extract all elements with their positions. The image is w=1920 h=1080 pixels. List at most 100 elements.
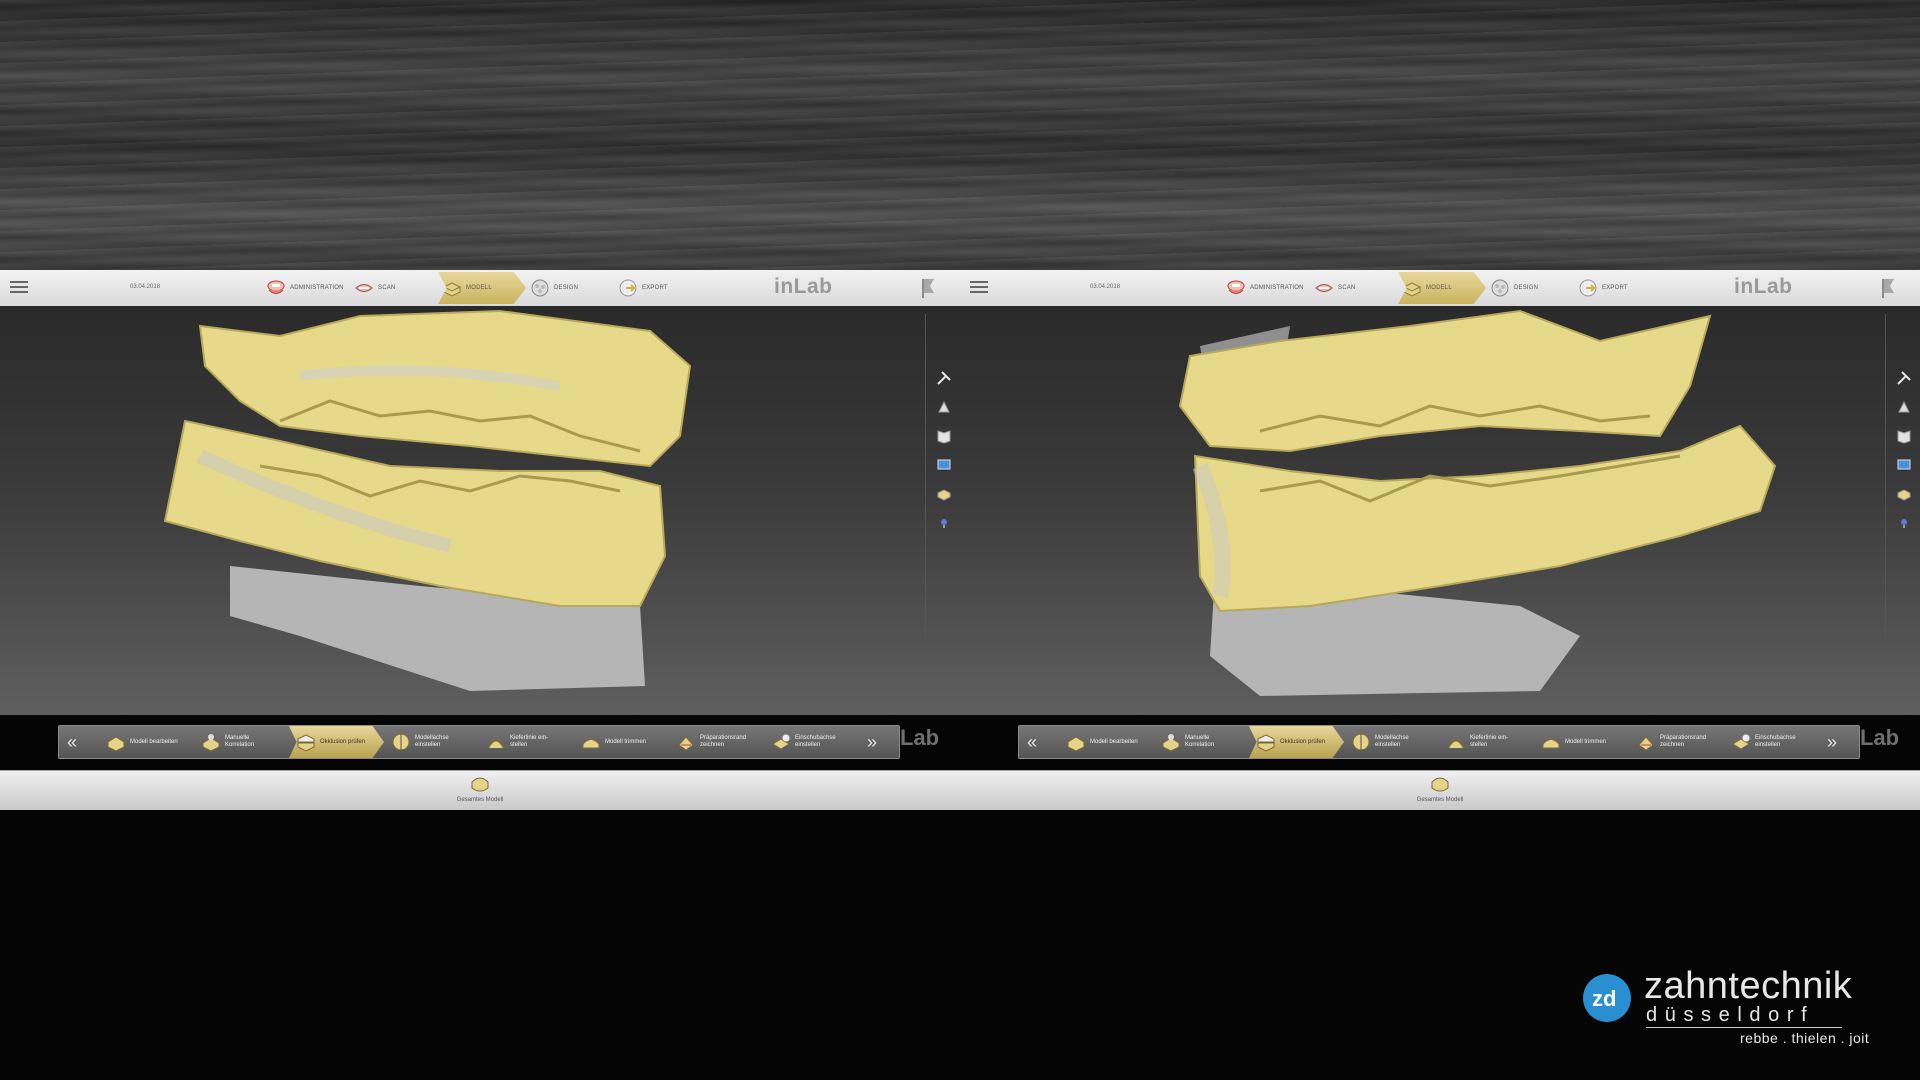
trim-icon [582,739,600,749]
model-edit-icon [1067,736,1085,752]
menu-icon[interactable] [10,280,28,294]
gesamtes-modell-label: Gesamtes Modell [456,797,504,803]
tool-einschubachse-einstellen[interactable]: Einschubachse einstellen [764,726,859,758]
date-label: 03.04.2018 [1090,284,1121,290]
lab-watermark: Lab [1860,725,1900,750]
tool-manuelle-korrelation[interactable]: Manuelle Korrelation [1154,726,1249,758]
toolbar-items: Modell bearbeiten Manuelle Korrelation O… [99,726,859,758]
help-flag-icon[interactable] [920,277,936,299]
3d-viewport[interactable] [0,306,960,715]
scan-icon [1315,284,1333,292]
logo-tagline: rebbe . thielen . joit [1740,1030,1870,1046]
tool-manuelle-korrelation[interactable]: Manuelle Korrelation [194,726,289,758]
step-scan[interactable]: SCAN [1310,272,1398,304]
prev-arrow-icon[interactable]: « [1027,733,1037,751]
workflow-steps: ADMINISTRATION SCAN MODELL DESIGN EXPORT [262,272,702,304]
help-flag-icon[interactable] [1880,277,1896,299]
menu-icon[interactable] [970,280,988,294]
dental-model-render[interactable] [960,306,1920,715]
administration-icon [1227,280,1245,294]
tool-okklusion-pruefen[interactable]: Okklusion prüfen [289,726,384,758]
tool-praeparationsrand-zeichnen[interactable]: Präparationsrand zeichnen [669,726,764,758]
tool-modell-bearbeiten[interactable]: Modell bearbeiten [1059,726,1154,758]
step-design[interactable]: DESIGN [1486,272,1574,304]
tool-modellachse-einstellen[interactable]: Modellachse einstellen [384,726,479,758]
background-texture [0,0,1920,270]
full-model-icon [1431,777,1449,792]
svg-text:zd: zd [1592,986,1616,1011]
step-design[interactable]: DESIGN [526,272,614,304]
tool-einschubachse-einstellen[interactable]: Einschubachse einstellen [1724,726,1819,758]
margin-icon [678,736,694,751]
tool-modell-bearbeiten[interactable]: Modell bearbeiten [99,726,194,758]
lower-jaw [1192,424,1777,613]
step-scan[interactable]: SCAN [350,272,438,304]
logo-city: düsseldorf [1646,1004,1815,1026]
side-toolbar [936,370,952,531]
brand-logo: inLab [774,275,833,298]
modell-icon [443,282,461,297]
anatomy-tool-icon[interactable] [936,399,952,415]
prev-arrow-icon[interactable]: « [67,733,77,751]
tool-modell-trimmen[interactable]: Modell trimmen [574,726,669,758]
design-icon [1491,279,1509,297]
bulb-icon[interactable] [936,515,952,531]
inlab-window-right: 03.04.2018 ADMINISTRATION SCAN MODELL DE… [960,270,1920,810]
monitor-icon[interactable] [1896,457,1912,473]
occlusion-icon [297,734,315,752]
tool-kieferlinie-einstellen[interactable]: Kieferlinie ein-stellen [1439,726,1534,758]
next-arrow-icon[interactable]: » [1827,733,1837,751]
book-icon[interactable] [936,428,952,444]
gesamtes-modell-label: Gesamtes Modell [1416,797,1464,803]
correlation-icon [202,734,220,752]
next-arrow-icon[interactable]: » [867,733,877,751]
logo-name: zahntechnik [1644,965,1853,1007]
trim-icon [1542,739,1560,749]
model-toggle-icon[interactable] [936,486,952,502]
tool-praeparationsrand-zeichnen[interactable]: Präparationsrand zeichnen [1629,726,1724,758]
tool-okklusion-pruefen[interactable]: Okklusion prüfen [1249,726,1344,758]
design-icon [531,279,549,297]
modell-icon [1403,282,1421,297]
gesamtes-modell-button[interactable]: Gesamtes Modell [1405,773,1475,803]
step-modell[interactable]: MODELL [1398,272,1486,304]
book-icon[interactable] [1896,428,1912,444]
jaw-line-icon [1447,739,1465,749]
step-export[interactable]: EXPORT [1574,272,1662,304]
tools-icon[interactable] [1896,370,1912,386]
administration-icon [267,280,285,294]
monitor-icon[interactable] [936,457,952,473]
insertion-axis-icon [1732,733,1751,750]
bottom-bar: Gesamtes Modell [960,770,1920,810]
anatomy-tool-icon[interactable] [1896,399,1912,415]
model-toolbar: « Modell bearbeiten Manuelle Korrelation… [1018,725,1860,759]
tools-icon[interactable] [936,370,952,386]
tool-modellachse-einstellen[interactable]: Modellachse einstellen [1344,726,1439,758]
step-export[interactable]: EXPORT [614,272,702,304]
date-label: 03.04.2018 [130,284,161,290]
side-toolbar [1896,370,1912,531]
tool-modell-trimmen[interactable]: Modell trimmen [1534,726,1629,758]
toolbar-items: Modell bearbeiten Manuelle Korrelation O… [1059,726,1819,758]
zd-logo-icon: zd [1583,974,1631,1022]
bulb-icon[interactable] [1896,515,1912,531]
side-divider [1885,314,1886,644]
inlab-window-left: 03.04.2018 ADMINISTRATION SCAN MODELL DE… [0,270,960,810]
occlusion-icon [1257,734,1275,752]
model-toggle-icon[interactable] [1896,486,1912,502]
step-modell[interactable]: MODELL [438,272,526,304]
insertion-axis-icon [772,733,791,750]
upper-jaw [1178,309,1712,453]
logo-divider [1646,1027,1842,1028]
3d-viewport[interactable] [960,306,1920,715]
export-icon [1579,279,1597,297]
export-icon [619,279,637,297]
top-bar: 03.04.2018 ADMINISTRATION SCAN MODELL DE… [0,270,960,307]
step-administration[interactable]: ADMINISTRATION [1222,272,1310,304]
top-bar: 03.04.2018 ADMINISTRATION SCAN MODELL DE… [960,270,1920,307]
dental-model-render[interactable] [0,306,960,715]
side-divider [925,314,926,644]
gesamtes-modell-button[interactable]: Gesamtes Modell [445,773,515,803]
step-administration[interactable]: ADMINISTRATION [262,272,350,304]
tool-kieferlinie-einstellen[interactable]: Kieferlinie ein-stellen [479,726,574,758]
